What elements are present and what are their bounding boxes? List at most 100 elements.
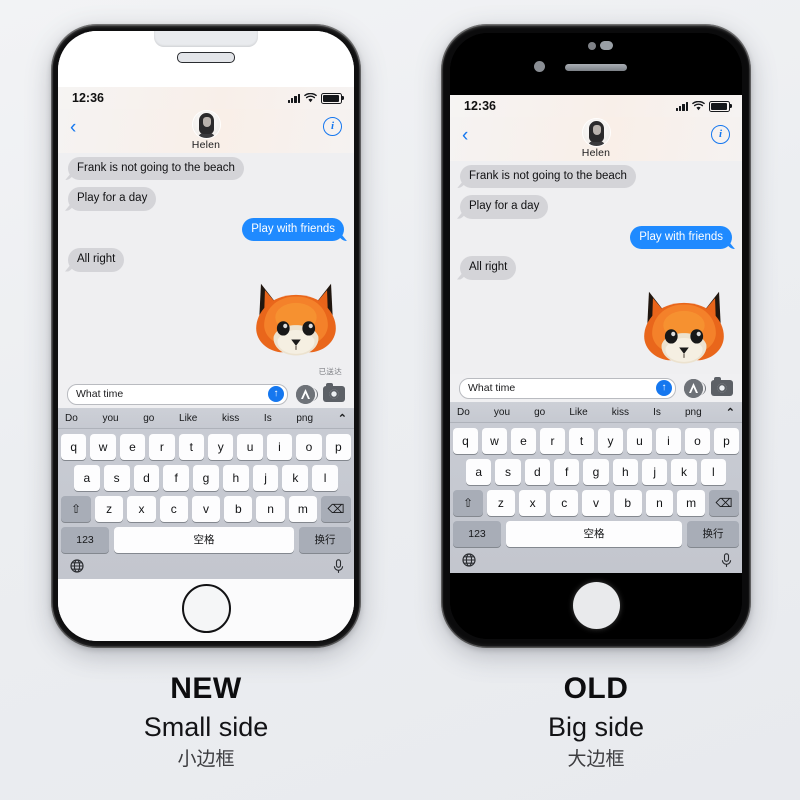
info-circle-icon[interactable]: i — [711, 125, 730, 144]
suggestion-item[interactable]: Like — [179, 413, 197, 424]
key-n[interactable]: n — [645, 490, 674, 516]
camera-icon[interactable] — [323, 383, 345, 402]
back-chevron-icon[interactable]: ‹ — [70, 118, 76, 137]
message-bubble[interactable]: Frank is not going to the beach — [68, 157, 244, 181]
key-u[interactable]: u — [237, 434, 263, 460]
key-f[interactable]: f — [163, 465, 190, 491]
key-e[interactable]: e — [511, 428, 536, 454]
collapse-keyboard-icon[interactable]: ⌃ — [338, 412, 347, 425]
key-v[interactable]: v — [582, 490, 610, 516]
contact-block[interactable]: Helen — [192, 111, 220, 151]
key-d[interactable]: d — [133, 465, 160, 491]
send-arrow-icon[interactable]: ↑ — [656, 380, 672, 396]
suggestion-item[interactable]: kiss — [222, 413, 239, 424]
suggestion-item[interactable]: png — [685, 407, 702, 418]
backspace-key[interactable]: ⌫ — [320, 496, 351, 522]
space-key[interactable]: 空格 — [506, 521, 682, 547]
key-k[interactable]: k — [671, 459, 697, 485]
key-o[interactable]: o — [685, 428, 710, 454]
numbers-key[interactable]: 123 — [453, 521, 501, 547]
key-q[interactable]: q — [453, 428, 478, 454]
app-store-icon[interactable] — [684, 378, 706, 398]
suggestion-item[interactable]: Do — [457, 407, 470, 418]
key-a[interactable]: a — [466, 459, 492, 485]
key-u[interactable]: u — [627, 428, 652, 454]
suggestion-item[interactable]: Do — [65, 413, 78, 424]
key-a[interactable]: a — [73, 465, 100, 491]
numbers-key[interactable]: 123 — [61, 527, 109, 553]
key-r[interactable]: r — [149, 434, 175, 460]
key-h[interactable]: h — [612, 459, 638, 485]
message-input-field[interactable]: What time ↑ — [459, 377, 676, 399]
home-button[interactable] — [572, 581, 620, 629]
suggestion-item[interactable]: go — [143, 413, 154, 424]
key-r[interactable]: r — [540, 428, 565, 454]
key-h[interactable]: h — [222, 465, 249, 491]
backspace-key[interactable]: ⌫ — [709, 490, 740, 516]
info-circle-icon[interactable]: i — [323, 117, 342, 136]
key-y[interactable]: y — [598, 428, 623, 454]
return-key[interactable]: 换行 — [299, 527, 351, 553]
suggestion-item[interactable]: you — [102, 413, 118, 424]
shift-key[interactable]: ⇧ — [61, 496, 92, 522]
key-b[interactable]: b — [613, 490, 642, 516]
message-bubble[interactable]: Frank is not going to the beach — [460, 165, 636, 189]
key-c[interactable]: c — [159, 496, 188, 522]
key-t[interactable]: t — [569, 428, 594, 454]
app-store-icon[interactable] — [296, 384, 318, 404]
key-v[interactable]: v — [191, 496, 221, 522]
key-t[interactable]: t — [178, 434, 204, 460]
suggestion-item[interactable]: Is — [653, 407, 661, 418]
key-i[interactable]: i — [656, 428, 681, 454]
fox-animoji[interactable] — [636, 287, 732, 373]
home-button[interactable] — [181, 583, 231, 633]
key-i[interactable]: i — [266, 434, 293, 460]
key-o[interactable]: o — [296, 434, 322, 460]
key-e[interactable]: e — [119, 434, 146, 460]
key-s[interactable]: s — [103, 465, 130, 491]
key-p[interactable]: p — [714, 428, 739, 454]
suggestion-item[interactable]: you — [494, 407, 510, 418]
key-n[interactable]: n — [256, 496, 285, 522]
key-x[interactable]: x — [127, 496, 156, 522]
key-j[interactable]: j — [252, 465, 279, 491]
microphone-icon[interactable] — [333, 558, 344, 576]
key-j[interactable]: j — [641, 459, 668, 485]
microphone-icon[interactable] — [721, 552, 732, 570]
suggestion-item[interactable]: Like — [569, 407, 587, 418]
key-k[interactable]: k — [282, 465, 309, 491]
message-bubble[interactable]: All right — [460, 256, 517, 280]
key-s[interactable]: s — [495, 459, 521, 485]
camera-icon[interactable] — [711, 377, 733, 396]
key-z[interactable]: z — [95, 496, 124, 522]
key-w[interactable]: w — [482, 428, 507, 454]
key-m[interactable]: m — [677, 490, 706, 516]
key-d[interactable]: d — [524, 459, 550, 485]
send-arrow-icon[interactable]: ↑ — [268, 386, 284, 402]
contact-avatar[interactable] — [192, 111, 220, 138]
message-bubble[interactable]: All right — [68, 248, 125, 272]
back-chevron-icon[interactable]: ‹ — [462, 126, 468, 145]
key-f[interactable]: f — [554, 459, 580, 485]
contact-block[interactable]: Helen — [582, 119, 610, 159]
key-z[interactable]: z — [486, 490, 515, 516]
fox-animoji[interactable] — [248, 279, 344, 365]
collapse-keyboard-icon[interactable]: ⌃ — [726, 406, 735, 419]
contact-avatar[interactable] — [582, 119, 610, 146]
space-key[interactable]: 空格 — [114, 527, 294, 553]
key-m[interactable]: m — [288, 496, 317, 522]
message-input-field[interactable]: What time ↑ — [67, 383, 288, 405]
key-w[interactable]: w — [90, 434, 116, 460]
globe-icon[interactable] — [70, 559, 84, 575]
message-bubble[interactable]: Play for a day — [68, 187, 157, 211]
key-l[interactable]: l — [312, 465, 339, 491]
return-key[interactable]: 换行 — [687, 521, 739, 547]
key-g[interactable]: g — [193, 465, 219, 491]
key-y[interactable]: y — [208, 434, 234, 460]
key-b[interactable]: b — [224, 496, 253, 522]
message-bubble[interactable]: Play with friends — [242, 217, 344, 242]
globe-icon[interactable] — [462, 553, 476, 569]
key-l[interactable]: l — [700, 459, 726, 485]
key-g[interactable]: g — [583, 459, 609, 485]
suggestion-item[interactable]: go — [534, 407, 545, 418]
